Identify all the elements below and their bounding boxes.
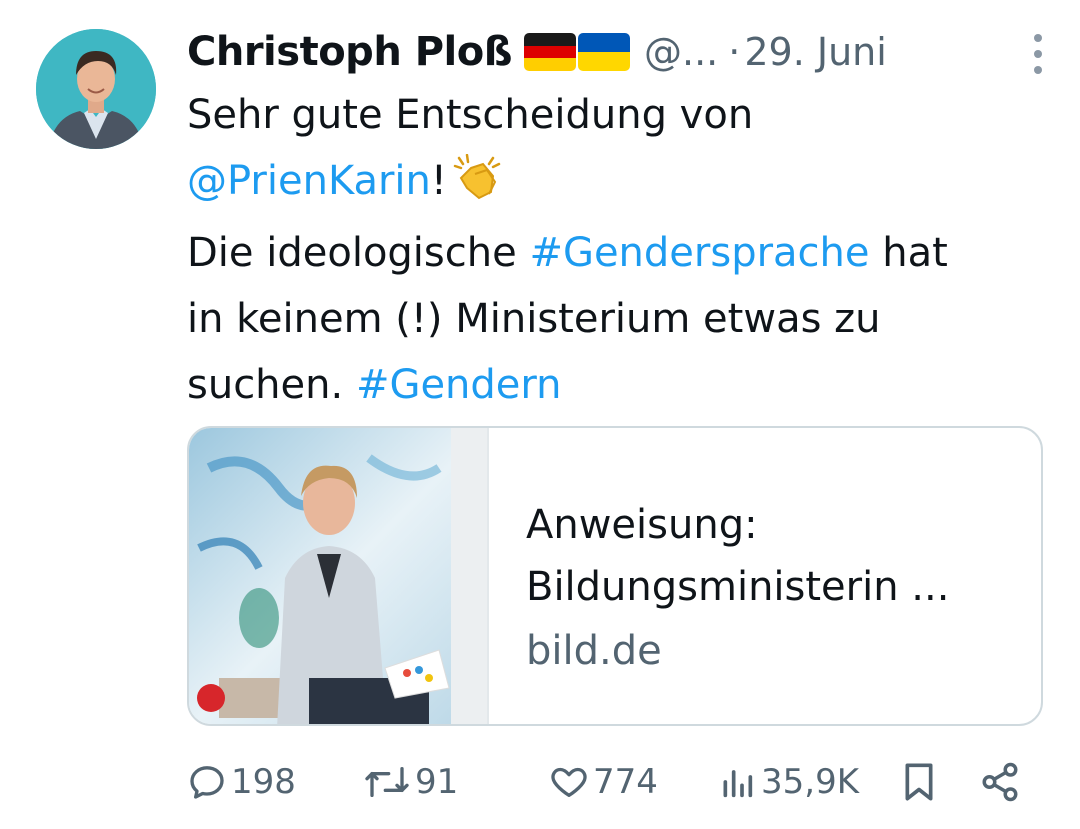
ukraine-flag-icon: [578, 33, 630, 71]
link-preview-card[interactable]: Anweisung: Bildungsministerin ... bild.d…: [187, 426, 1043, 726]
hashtag-gendersprache[interactable]: #Gendersprache: [529, 230, 869, 276]
clapping-hands-icon: [453, 153, 503, 220]
card-text: Anweisung: Bildungsministerin ... bild.d…: [526, 494, 1021, 682]
bookmark-button[interactable]: [899, 752, 939, 812]
tweet-header: Christoph Ploß @... · 29. Juni: [187, 22, 1060, 82]
tweet-line-4: in keinem (!) Ministerium etwas zu: [187, 296, 881, 342]
author-handle[interactable]: @...: [644, 30, 718, 74]
text-segment: suchen.: [187, 362, 344, 408]
reply-icon: [187, 762, 227, 802]
author-name[interactable]: Christoph Ploß: [187, 29, 513, 75]
repost-icon: [363, 762, 411, 802]
tweet-line-1: Sehr gute Entscheidung von: [187, 92, 754, 138]
tweet-line-5: suchen. #Gendern: [187, 352, 1057, 418]
more-vertical-icon[interactable]: [1032, 34, 1044, 74]
like-count: 774: [593, 762, 658, 802]
mention-link[interactable]: @PrienKarin: [187, 158, 431, 204]
text-segment: hat: [882, 230, 948, 276]
like-button[interactable]: 774: [549, 752, 658, 812]
hashtag-gendern[interactable]: #Gendern: [356, 362, 562, 408]
card-title-line-2: Bildungsministerin ...: [526, 564, 950, 610]
action-bar: 198 91 774 35,9K: [187, 752, 1027, 812]
views-icon: [717, 762, 757, 802]
reply-count: 198: [231, 762, 296, 802]
card-title-line-1: Anweisung:: [526, 502, 758, 548]
tweet-line-2: @PrienKarin!: [187, 148, 1057, 220]
repost-button[interactable]: 91: [363, 752, 458, 812]
bookmark-icon: [899, 760, 939, 804]
card-image: [189, 428, 487, 724]
tweet-date[interactable]: 29. Juni: [744, 30, 886, 74]
avatar[interactable]: [36, 29, 156, 149]
reply-button[interactable]: 198: [187, 752, 296, 812]
text-segment: Die ideologische: [187, 230, 517, 276]
author-flags: [524, 33, 630, 71]
separator-dot: ·: [728, 30, 741, 74]
tweet-line-3: Die ideologische #Gendersprache hat: [187, 220, 1057, 286]
repost-count: 91: [415, 762, 459, 802]
card-divider: [487, 428, 489, 724]
tweet-text: Sehr gute Entscheidung von @PrienKarin! …: [187, 82, 1057, 418]
heart-icon: [549, 762, 589, 802]
views-count: 35,9K: [761, 762, 859, 802]
share-icon: [979, 761, 1021, 803]
views-button[interactable]: 35,9K: [717, 752, 859, 812]
card-domain: bild.de: [526, 628, 662, 674]
germany-flag-icon: [524, 33, 576, 71]
exclamation: !: [430, 158, 447, 204]
share-button[interactable]: [979, 752, 1021, 812]
